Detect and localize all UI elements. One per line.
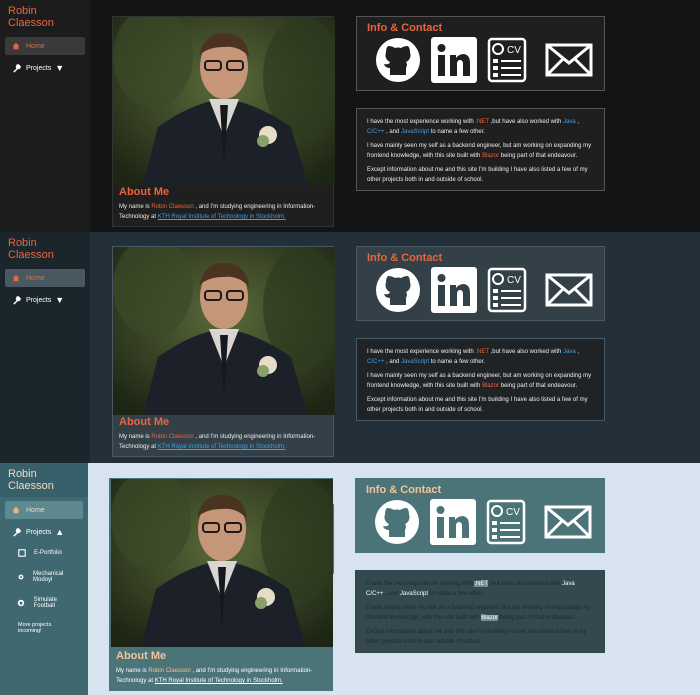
nav-home[interactable]: Home [5, 37, 85, 55]
sidebar: Robin Claesson Home Projects ▼ [0, 232, 90, 463]
kth-link[interactable]: KTH Royal Institute of Technology in Sto… [155, 678, 283, 684]
about-card: About Me My name is Robin Claesson , and… [109, 478, 334, 691]
experience-paragraph: I have the most experience working with … [367, 349, 580, 365]
theme-panel-light: Robin Claesson Home Projects ▲ E-Portfol… [0, 463, 700, 695]
nav-sub-eportfolio[interactable]: E-Portfolio [5, 541, 83, 564]
cv-icon[interactable]: CV [487, 267, 527, 318]
about-title: About Me [119, 416, 170, 428]
email-icon[interactable] [544, 505, 592, 544]
wrench-icon [10, 295, 22, 305]
svg-text:CV: CV [507, 45, 521, 56]
nav-sub-football[interactable]: Simulate Football [5, 590, 83, 616]
name-highlight: Robin Claesson [148, 668, 191, 674]
experience-paragraph: I have the most experience working with … [367, 119, 580, 135]
nav-projects[interactable]: Projects ▼ [5, 291, 85, 309]
intro-text-card: I have the most experience working with … [356, 338, 605, 421]
svg-text:CV: CV [506, 507, 520, 518]
about-body: My name is Robin Claesson , and I'm stud… [116, 668, 313, 684]
nav-home[interactable]: Home [5, 501, 83, 519]
nav-projects-label: Projects [26, 64, 52, 72]
brand-title[interactable]: Robin Claesson [0, 463, 88, 497]
email-icon[interactable] [545, 273, 593, 312]
projects-paragraph: Except information about me and this sit… [367, 167, 588, 183]
nav-projects-label: Projects [26, 528, 52, 536]
about-body: My name is Robin Claesson , and I'm stud… [119, 434, 316, 450]
nav-home-label: Home [26, 274, 45, 282]
nav-home-label: Home [26, 42, 45, 50]
nav-sub-mechanical[interactable]: Mechanical Modoyl [5, 564, 83, 590]
email-icon[interactable] [545, 43, 593, 82]
chevron-down-icon: ▼ [55, 63, 65, 73]
info-title: Info & Contact [367, 252, 443, 264]
nav-sub-label: E-Portfolio [34, 549, 63, 556]
projects-paragraph: Except information about me and this sit… [366, 629, 587, 645]
brand-title[interactable]: Robin Claesson [0, 232, 90, 266]
info-contact-card: Info & Contact CV [356, 246, 605, 321]
brand-title[interactable]: Robin Claesson [0, 0, 90, 34]
backend-paragraph: I have mainly seen my self as a backend … [366, 605, 591, 621]
profile-photo [113, 17, 335, 185]
about-card: About Me My name is Robin Claesson , and… [112, 16, 335, 227]
nav-home-label: Home [26, 506, 45, 514]
svg-text:CV: CV [507, 275, 521, 286]
info-title: Info & Contact [367, 22, 443, 34]
projects-paragraph: Except information about me and this sit… [367, 397, 588, 413]
home-icon [10, 41, 22, 51]
nav-projects-label: Projects [26, 296, 52, 304]
linkedin-icon[interactable] [431, 267, 477, 318]
github-icon[interactable] [375, 37, 421, 88]
theme-panel-dark: Robin Claesson Home Projects ▼ About Me … [0, 0, 700, 232]
github-icon[interactable] [375, 267, 421, 318]
nav-home[interactable]: Home [5, 269, 85, 287]
chevron-down-icon: ▼ [55, 295, 65, 305]
name-highlight: Robin Claesson [151, 434, 194, 440]
backend-paragraph: I have mainly seen my self as a backend … [367, 373, 592, 389]
about-section: About Me My name is Robin Claesson , and… [110, 646, 334, 690]
more-projects-note: More projects incoming! [18, 622, 52, 634]
chevron-up-icon: ▲ [55, 527, 65, 537]
portfolio-icon [17, 548, 26, 557]
wrench-icon [10, 527, 22, 537]
backend-paragraph: I have mainly seen my self as a backend … [367, 143, 592, 159]
info-contact-card: Info & Contact CV [355, 478, 605, 553]
about-body: My name is Robin Claesson , and I'm stud… [119, 204, 316, 220]
about-section: About Me My name is Robin Claesson , and… [113, 182, 335, 226]
about-title: About Me [119, 186, 170, 198]
profile-photo [110, 479, 334, 647]
profile-photo [113, 247, 335, 415]
sidebar: Robin Claesson Home Projects ▼ [0, 0, 90, 232]
experience-paragraph: I have the most experience working with … [366, 581, 579, 597]
cv-icon[interactable]: CV [486, 499, 526, 550]
nav-sub-label: Simulate Football [33, 597, 57, 609]
kth-link[interactable]: KTH Royal Institute of Technology in Sto… [158, 214, 286, 220]
about-title: About Me [116, 650, 167, 662]
nav-sub-label: Mechanical Modoyl [33, 571, 64, 583]
about-section: About Me My name is Robin Claesson , and… [113, 412, 335, 456]
gear-icon [17, 573, 25, 582]
home-icon [10, 273, 22, 283]
linkedin-icon[interactable] [431, 37, 477, 88]
sidebar: Robin Claesson Home Projects ▲ E-Portfol… [0, 463, 88, 695]
info-contact-card: Info & Contact CV [356, 16, 605, 91]
wrench-icon [10, 63, 22, 73]
theme-panel-slate: Robin Claesson Home Projects ▼ About Me … [0, 232, 700, 463]
nav-projects[interactable]: Projects ▼ [5, 59, 85, 77]
cv-icon[interactable]: CV [487, 37, 527, 88]
info-title: Info & Contact [366, 484, 442, 496]
football-icon [17, 599, 26, 608]
nav-projects[interactable]: Projects ▲ [5, 523, 83, 541]
github-icon[interactable] [374, 499, 420, 550]
home-icon [10, 505, 22, 515]
linkedin-icon[interactable] [430, 499, 476, 550]
name-highlight: Robin Claesson [151, 204, 194, 210]
intro-text-card: I have the most experience working with … [355, 570, 605, 653]
about-card: About Me My name is Robin Claesson , and… [112, 246, 335, 457]
intro-text-card: I have the most experience working with … [356, 108, 605, 191]
kth-link[interactable]: KTH Royal Institute of Technology in Sto… [158, 444, 286, 450]
